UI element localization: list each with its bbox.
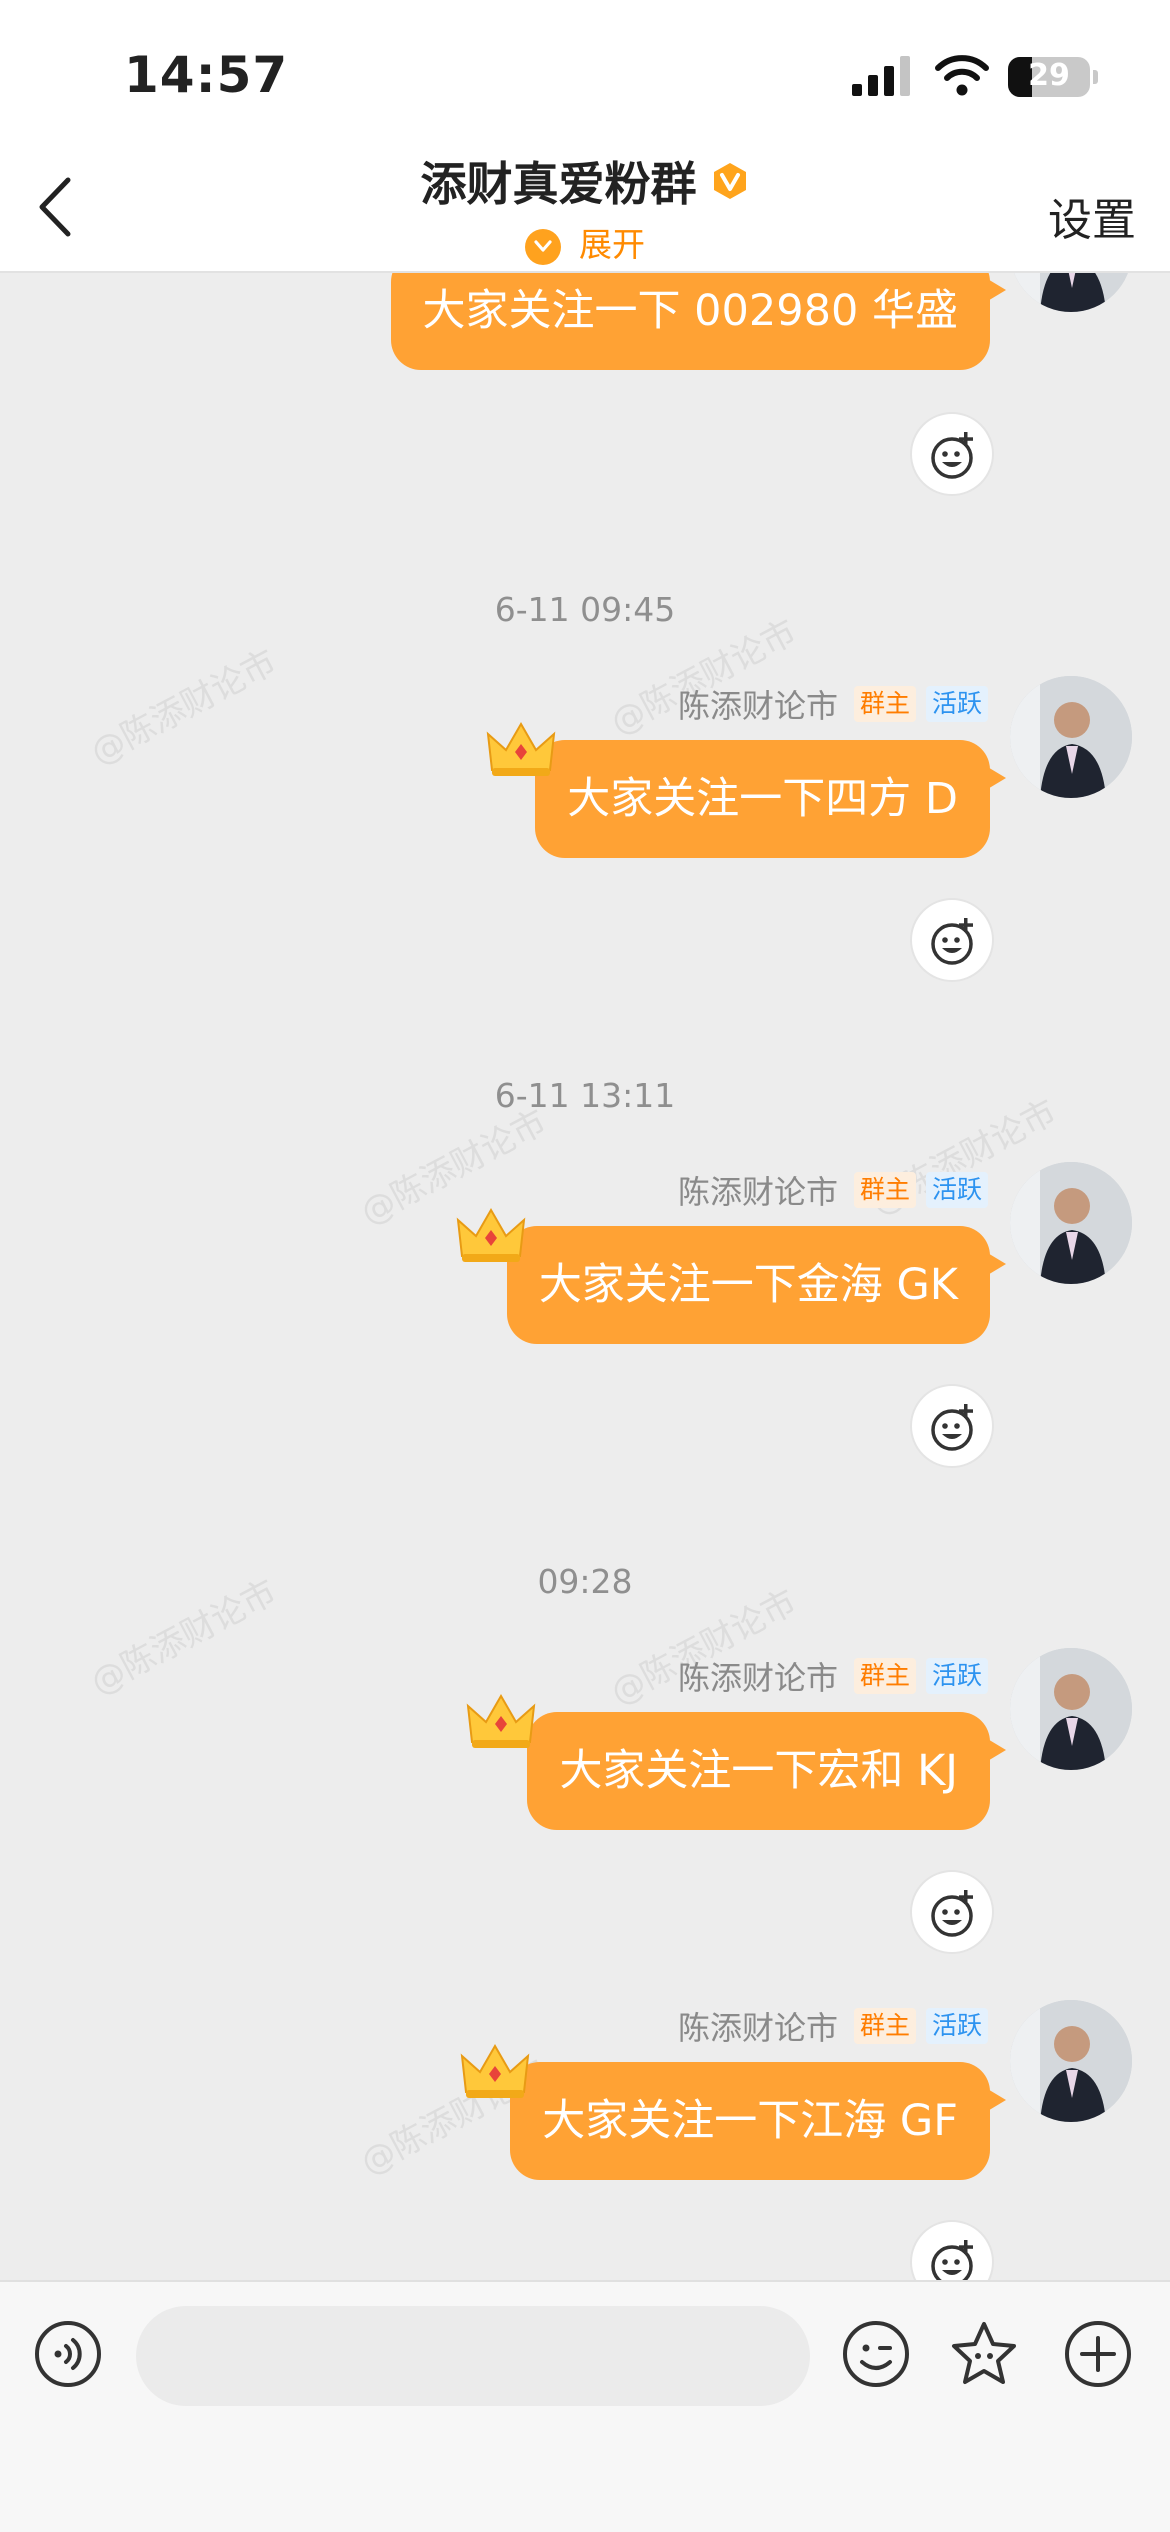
cellular-signal-icon — [852, 56, 910, 96]
status-time: 14:57 — [124, 46, 289, 104]
page-title[interactable]: 添财真爱粉群 — [420, 148, 696, 214]
verified-badge-icon — [713, 163, 746, 199]
sender-name[interactable]: 陈添财论市 — [678, 1167, 838, 1213]
message-bubble[interactable]: 大家关注一下金海 GK — [506, 1226, 1007, 1344]
message-bubble[interactable]: 大家关注一下宏和 KJ — [527, 1712, 1006, 1830]
active-tag: 活跃 — [925, 1658, 988, 1694]
emoji-add-icon — [931, 918, 973, 965]
emoji-add-icon — [931, 1404, 973, 1451]
plus-icon[interactable] — [1062, 2318, 1134, 2390]
avatar[interactable] — [1010, 2000, 1132, 2122]
input-bar — [0, 2280, 1170, 2532]
sender-line: 陈添财论市 群主 活跃 — [678, 1167, 988, 1213]
crown-icon — [486, 720, 556, 778]
active-tag: 活跃 — [925, 1172, 988, 1208]
active-tag: 活跃 — [925, 686, 988, 722]
expand-label: 展开 — [579, 225, 645, 264]
sender-line: 陈添财论市 群主 活跃 — [678, 1653, 988, 1699]
emoji-add-icon — [931, 432, 973, 479]
avatar[interactable] — [1010, 1162, 1132, 1284]
chat-area[interactable]: @陈添财论市 @陈添财论市 @陈添财论市 @陈添财论市 @陈添财论市 @陈添财论… — [0, 0, 1170, 2280]
header: 14:57 29 返回 添财真爱粉群 展开 设置 — [0, 0, 1170, 273]
sender-line: 陈添财论市 群主 活跃 — [678, 2003, 988, 2049]
sender-name[interactable]: 陈添财论市 — [678, 1653, 838, 1699]
react-button[interactable] — [910, 1870, 994, 1954]
settings-button[interactable]: 设置 — [1048, 184, 1136, 248]
emoji-icon[interactable] — [840, 2318, 912, 2390]
timestamp: 6-11 09:45 — [494, 590, 676, 629]
wifi-icon — [935, 55, 989, 96]
sender-name[interactable]: 陈添财论市 — [678, 681, 838, 727]
owner-tag: 群主 — [853, 2008, 916, 2044]
sender-line: 陈添财论市 群主 活跃 — [678, 681, 988, 727]
message-bubble[interactable]: 大家关注一下四方 D — [535, 740, 1006, 858]
watermark: @陈添财论市 — [84, 642, 284, 774]
battery-tip — [1093, 70, 1098, 84]
sender-name[interactable]: 陈添财论市 — [678, 2003, 838, 2049]
avatar[interactable] — [1010, 676, 1132, 798]
active-tag: 活跃 — [925, 2008, 988, 2044]
emoji-add-icon — [931, 1890, 973, 1937]
react-button[interactable] — [910, 412, 994, 496]
message-bubble[interactable]: 大家关注一下江海 GF — [510, 2062, 1006, 2180]
owner-tag: 群主 — [853, 686, 916, 722]
expand-button[interactable]: 展开 — [0, 218, 1170, 266]
chevron-down-icon — [525, 228, 561, 265]
crown-icon — [460, 2042, 530, 2100]
timestamp: 09:28 — [537, 1562, 633, 1601]
react-button[interactable] — [910, 898, 994, 982]
message-input[interactable] — [136, 2306, 810, 2406]
avatar[interactable] — [1010, 1648, 1132, 1770]
emoji-add-icon — [931, 2240, 973, 2280]
sticker-star-icon[interactable] — [948, 2318, 1020, 2390]
voice-icon[interactable] — [32, 2318, 104, 2390]
react-button[interactable] — [910, 2220, 994, 2280]
title-row[interactable]: 添财真爱粉群 — [0, 148, 1170, 214]
owner-tag: 群主 — [853, 1658, 916, 1694]
crown-icon — [456, 1206, 526, 1264]
battery-icon: 29 — [1008, 57, 1090, 97]
owner-tag: 群主 — [853, 1172, 916, 1208]
crown-icon — [466, 1692, 536, 1750]
battery-percent: 29 — [1028, 58, 1070, 93]
timestamp: 6-11 13:11 — [494, 1076, 676, 1115]
react-button[interactable] — [910, 1384, 994, 1468]
